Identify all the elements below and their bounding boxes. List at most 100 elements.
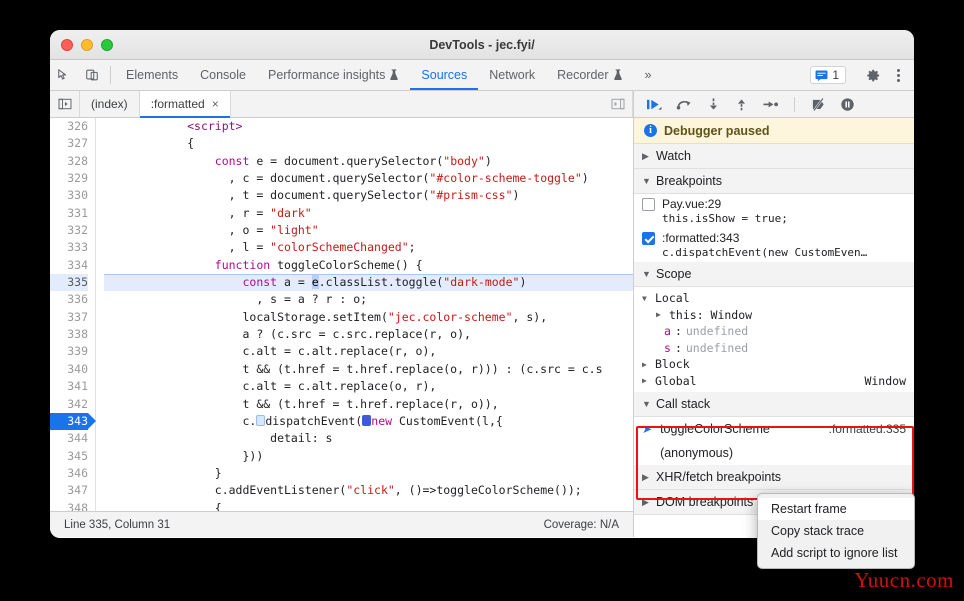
line-number[interactable]: 343 [50,412,96,431]
device-toolbar-icon[interactable] [78,60,106,90]
scope-group-local-label: Local [655,291,690,306]
line-number[interactable]: 346 [50,465,88,482]
code-content[interactable]: <script> { const e = document.querySelec… [96,118,633,511]
tab-network[interactable]: Network [478,60,546,90]
line-number[interactable]: 344 [50,430,88,447]
line-number[interactable]: 342 [50,396,88,413]
resume-script-execution-icon[interactable] [646,97,663,112]
code-line[interactable]: const e = document.querySelector("body") [104,153,633,170]
code-line[interactable]: c.addEventListener("click", ()=>toggleCo… [104,482,633,499]
step-into-next-function-call-icon[interactable] [706,97,721,112]
line-number[interactable]: 347 [50,482,88,499]
call-stack-frame-selected[interactable]: ➤ toggleColorScheme :formatted:335 [634,417,914,441]
kebab-menu-icon[interactable] [889,68,908,82]
pause-on-exceptions-icon[interactable] [840,97,855,112]
inline-breakpoint-marker-icon[interactable] [256,414,266,426]
tab-recorder[interactable]: Recorder [546,60,633,90]
line-number[interactable]: 334 [50,257,88,274]
line-number[interactable]: 329 [50,170,88,187]
breakpoint-item[interactable]: :formatted:343 c.dispatchEvent(new Custo… [634,228,914,262]
section-scope[interactable]: ▼ Scope [634,262,914,287]
inline-breakpoint-marker-icon[interactable] [362,414,372,426]
code-line[interactable]: , t = document.querySelector("#prism-css… [104,187,633,204]
code-line[interactable]: } [104,465,633,482]
code-line[interactable]: function toggleColorScheme() { [104,257,633,274]
code-line[interactable]: c.alt = c.alt.replace(r, o), [104,343,633,360]
code-line[interactable]: , s = a ? r : o; [104,291,633,308]
tab-sources[interactable]: Sources [410,60,479,90]
scope-group-global[interactable]: ▶ Global Window [634,373,914,390]
code-line[interactable]: { [104,500,633,511]
line-number[interactable]: 345 [50,448,88,465]
format-source-icon[interactable] [603,91,633,117]
file-tab-index[interactable]: (index) [80,91,140,117]
menu-item-add-script-to-ignore-list[interactable]: Add script to ignore list [758,542,914,564]
code-line[interactable]: const a = e.classList.toggle("dark-mode"… [104,274,633,292]
line-number[interactable]: 337 [50,309,88,326]
close-window-button[interactable] [61,38,73,51]
code-line[interactable]: , r = "dark" [104,205,633,222]
line-number[interactable]: 331 [50,205,88,222]
line-number[interactable]: 333 [50,239,88,256]
code-line[interactable]: detail: s [104,430,633,447]
minimize-window-button[interactable] [81,38,93,51]
section-call-stack[interactable]: ▼ Call stack [634,392,914,417]
line-number[interactable]: 327 [50,135,88,152]
line-number-gutter[interactable]: 326 327 328 329 330 331 332 333 334 335 336 337 338 3… [50,118,96,511]
show-navigator-icon[interactable] [50,91,80,117]
step-over-next-function-call-icon[interactable] [676,97,693,112]
tab-elements[interactable]: Elements [115,60,189,90]
code-line[interactable]: localStorage.setItem("jec.color-scheme",… [104,309,633,326]
code-line[interactable]: c.alt = c.alt.replace(o, r), [104,378,633,395]
code-line[interactable]: , l = "colorSchemeChanged"; [104,239,633,256]
zoom-window-button[interactable] [101,38,113,51]
code-line[interactable]: <script> [104,118,633,135]
section-xhr-fetch-breakpoints[interactable]: ▶ XHR/fetch breakpoints [634,465,914,490]
scope-row-a[interactable]: a : undefined [634,323,914,340]
inspect-cursor-icon[interactable] [50,60,78,90]
menu-item-restart-frame[interactable]: Restart frame [758,498,914,520]
code-line[interactable]: })) [104,448,633,465]
code-line[interactable]: c. dispatchEvent(new CustomEvent(l,{ [104,413,633,430]
line-number[interactable]: 338 [50,326,88,343]
breakpoint-item[interactable]: Pay.vue:29 this.isShow = true; [634,194,914,228]
scope-group-local[interactable]: ▼ Local [634,290,914,307]
line-number[interactable]: 336 [50,291,88,308]
close-icon[interactable]: × [212,97,219,111]
code-line[interactable]: a ? (c.src = c.src.replace(r, o), [104,326,633,343]
code-line[interactable]: , c = document.querySelector("#color-sch… [104,170,633,187]
menu-item-copy-stack-trace[interactable]: Copy stack trace [758,520,914,542]
file-tab-formatted[interactable]: :formatted × [139,91,231,118]
line-number[interactable]: 328 [50,153,88,170]
tab-performance-insights[interactable]: Performance insights [257,60,410,90]
deactivate-breakpoints-icon[interactable] [810,97,827,112]
issues-counter-button[interactable]: 1 [810,66,846,84]
line-number[interactable]: 326 [50,118,88,135]
section-watch[interactable]: ▶ Watch [634,144,914,169]
scope-row-this[interactable]: ▶ this: Window [634,307,914,324]
breakpoint-checkbox[interactable] [642,231,655,245]
line-number[interactable]: 332 [50,222,88,239]
file-tabbar: (index) :formatted × [50,91,633,118]
line-number[interactable]: 341 [50,378,88,395]
scope-row-s[interactable]: s : undefined [634,340,914,357]
call-stack-frame[interactable]: ➤ (anonymous) [634,441,914,465]
line-number[interactable]: 339 [50,343,88,360]
tab-console[interactable]: Console [189,60,257,90]
line-number[interactable]: 340 [50,361,88,378]
more-tabs-button[interactable]: » [634,60,663,90]
code-line[interactable]: , o = "light" [104,222,633,239]
code-editor[interactable]: 326 327 328 329 330 331 332 333 334 335 336 337 338 3… [50,118,633,511]
line-number[interactable]: 330 [50,187,88,204]
step-out-of-current-function-icon[interactable] [734,97,749,112]
gear-icon[interactable] [859,68,887,83]
code-line[interactable]: { [104,135,633,152]
breakpoint-checkbox[interactable] [642,197,655,211]
section-breakpoints[interactable]: ▼ Breakpoints [634,169,914,194]
scope-group-block[interactable]: ▶ Block [634,356,914,373]
line-number[interactable]: 348 [50,500,88,511]
code-line[interactable]: t && (t.href = t.href.replace(o, r))) : … [104,361,633,378]
line-number[interactable]: 335 [50,274,88,292]
code-line[interactable]: t && (t.href = t.href.replace(r, o)), [104,396,633,413]
step-icon[interactable] [762,97,779,112]
